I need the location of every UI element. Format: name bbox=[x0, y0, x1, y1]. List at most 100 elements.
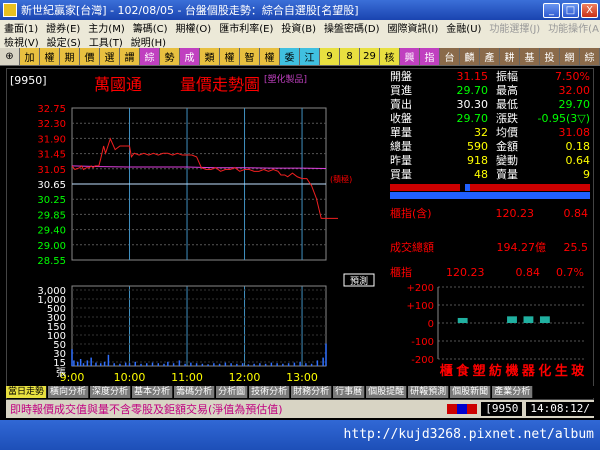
toolbar-button[interactable]: 綜 bbox=[580, 48, 600, 66]
toolbar-button[interactable]: 指 bbox=[420, 48, 440, 66]
toolbar-button[interactable]: 委 bbox=[280, 48, 300, 66]
stock-category: [塑化製品] bbox=[264, 73, 307, 85]
bar-segment bbox=[465, 184, 470, 191]
toolbar-button[interactable]: 類 bbox=[200, 48, 220, 66]
toolbar-button[interactable]: 核 bbox=[380, 48, 400, 66]
minimize-button[interactable]: _ bbox=[543, 2, 560, 18]
quote-label: 變動 bbox=[496, 154, 518, 167]
price-ytick: 30.65 bbox=[37, 180, 66, 191]
toolbar-button[interactable]: 綜 bbox=[140, 48, 160, 66]
menu-item[interactable]: 期權(O) bbox=[172, 20, 216, 35]
toolbar-button[interactable]: 權 bbox=[40, 48, 60, 66]
tab-2[interactable]: 深度分析 bbox=[90, 386, 132, 398]
window-title: 新世紀贏家[台灣] - 102/08/05 - 台盤個股走勢：綜合自選股[名望股… bbox=[21, 4, 359, 17]
index-value: 120.23 bbox=[495, 207, 535, 220]
turnover-change: 25.5 bbox=[563, 241, 589, 254]
menu-item[interactable]: 工具(T) bbox=[85, 34, 127, 49]
index-label: 櫃指(含) bbox=[390, 207, 432, 220]
toolbar-button[interactable]: 江 bbox=[300, 48, 320, 66]
toolbar-button[interactable]: 選 bbox=[100, 48, 120, 66]
turnover-value: 194.27億 bbox=[496, 241, 547, 254]
tab-6[interactable]: 技術分析 bbox=[249, 386, 291, 398]
menu-item[interactable]: 證券(E) bbox=[42, 20, 84, 35]
menu-item[interactable]: 匯市利率(E) bbox=[215, 20, 277, 35]
quote-label: 開盤 bbox=[390, 70, 412, 83]
tab-12[interactable]: 產業分析 bbox=[492, 386, 534, 398]
menu-item[interactable]: 操盤密碼(D) bbox=[320, 20, 384, 35]
quote-row: 收盤 29.70 漲跌 -0.95(3▽) bbox=[390, 112, 590, 126]
bar-segment bbox=[470, 184, 590, 191]
menu-item[interactable]: 金融(U) bbox=[442, 20, 485, 35]
menu-item[interactable]: 設定(S) bbox=[43, 34, 85, 49]
sector-ytick: 0 bbox=[428, 319, 434, 330]
menu-item[interactable]: 檢視(V) bbox=[0, 34, 43, 49]
tab-10[interactable]: 研報預測 bbox=[408, 386, 450, 398]
toolbar-button[interactable]: 產 bbox=[480, 48, 500, 66]
menu-item[interactable]: 國際資訊(I) bbox=[384, 20, 443, 35]
sector-label: 塑 bbox=[473, 363, 486, 379]
bid-ask-bar bbox=[390, 184, 590, 199]
tab-8[interactable]: 行事曆 bbox=[333, 386, 366, 398]
volume-unit: 張 bbox=[56, 367, 66, 379]
mini-index-pct: 0.7% bbox=[556, 266, 584, 279]
quote-label: 總量 bbox=[390, 140, 412, 153]
quote-value: 31.08 bbox=[558, 126, 591, 139]
tab-7[interactable]: 財務分析 bbox=[291, 386, 333, 398]
menu-item[interactable]: 籌碼(C) bbox=[129, 20, 172, 35]
toolbar-button[interactable]: 勢 bbox=[160, 48, 180, 66]
sector-ytick: +100 bbox=[407, 301, 434, 312]
toolbar-button[interactable]: 9 bbox=[320, 48, 340, 66]
average-price-line bbox=[71, 165, 327, 169]
menu-item[interactable]: 畫面(1) bbox=[0, 20, 42, 35]
toolbar-button[interactable]: 加 bbox=[20, 48, 40, 66]
toolbar-button[interactable]: 麟 bbox=[460, 48, 480, 66]
menu-item[interactable]: 投資(B) bbox=[277, 20, 320, 35]
close-button[interactable]: X bbox=[581, 2, 598, 18]
quote-label: 買進 bbox=[390, 84, 412, 97]
tab-1[interactable]: 橫向分析 bbox=[48, 386, 90, 398]
tab-0[interactable]: 當日走勢 bbox=[6, 386, 48, 398]
toolbar-button[interactable]: 29 bbox=[360, 48, 380, 66]
time-label: 12:00 bbox=[229, 371, 261, 384]
mini-index-value: 120.23 bbox=[446, 266, 485, 279]
stock-name: 萬國通 bbox=[94, 75, 142, 94]
toolbar-button[interactable]: 謂 bbox=[120, 48, 140, 66]
menu-item[interactable]: 說明(H) bbox=[127, 34, 170, 49]
turnover-label: 成交總額 bbox=[390, 241, 434, 254]
quote-value: 32.00 bbox=[558, 84, 591, 97]
toolbar-button[interactable]: 成 bbox=[180, 48, 200, 66]
tab-11[interactable]: 個股新聞 bbox=[450, 386, 492, 398]
price-ytick: 31.45 bbox=[37, 150, 66, 161]
toolbar-button[interactable]: 權 bbox=[220, 48, 240, 66]
quote-value: 29.70 bbox=[456, 84, 489, 97]
toolbar-button[interactable]: 權 bbox=[260, 48, 280, 66]
sector-ytick: +200 bbox=[407, 283, 434, 294]
toolbar-button[interactable]: ⊕ bbox=[0, 48, 20, 66]
sector-label: 食 bbox=[456, 363, 470, 379]
toolbar-button[interactable]: 投 bbox=[540, 48, 560, 66]
toolbar-button[interactable]: 耕 bbox=[500, 48, 520, 66]
menu-item[interactable]: 主力(M) bbox=[84, 20, 128, 35]
toolbar-button[interactable]: 智 bbox=[240, 48, 260, 66]
tab-3[interactable]: 基本分析 bbox=[132, 386, 174, 398]
toolbar-button[interactable]: 興 bbox=[400, 48, 420, 66]
toolbar-button[interactable]: 基 bbox=[520, 48, 540, 66]
quote-label: 振幅 bbox=[496, 70, 518, 83]
status-bar: 即時報價成交值與量不含零股及鉅額交易(淨值為預估值) [9950 14:08:1… bbox=[6, 400, 594, 418]
quote-row: 昨量 918 變動 0.64 bbox=[390, 154, 590, 168]
quote-value: 7.50% bbox=[555, 70, 590, 83]
toolbar-button[interactable]: 價 bbox=[80, 48, 100, 66]
index-change: 0.84 bbox=[563, 207, 589, 220]
tab-9[interactable]: 個股提醒 bbox=[366, 386, 408, 398]
menu-item[interactable]: 功能選擇(J) bbox=[485, 20, 544, 35]
toolbar-button[interactable]: 期 bbox=[60, 48, 80, 66]
sector-label: 器 bbox=[521, 364, 536, 379]
toolbar-button[interactable]: 8 bbox=[340, 48, 360, 66]
quote-row: 單量 32 均價 31.08 bbox=[390, 126, 590, 140]
maximize-button[interactable]: □ bbox=[562, 2, 579, 18]
tab-4[interactable]: 籌碼分析 bbox=[174, 386, 216, 398]
menu-item[interactable]: 功能操作(A) bbox=[544, 20, 600, 35]
toolbar-button[interactable]: 網 bbox=[560, 48, 580, 66]
tab-5[interactable]: 分析圖 bbox=[216, 386, 249, 398]
toolbar-button[interactable]: 台 bbox=[440, 48, 460, 66]
